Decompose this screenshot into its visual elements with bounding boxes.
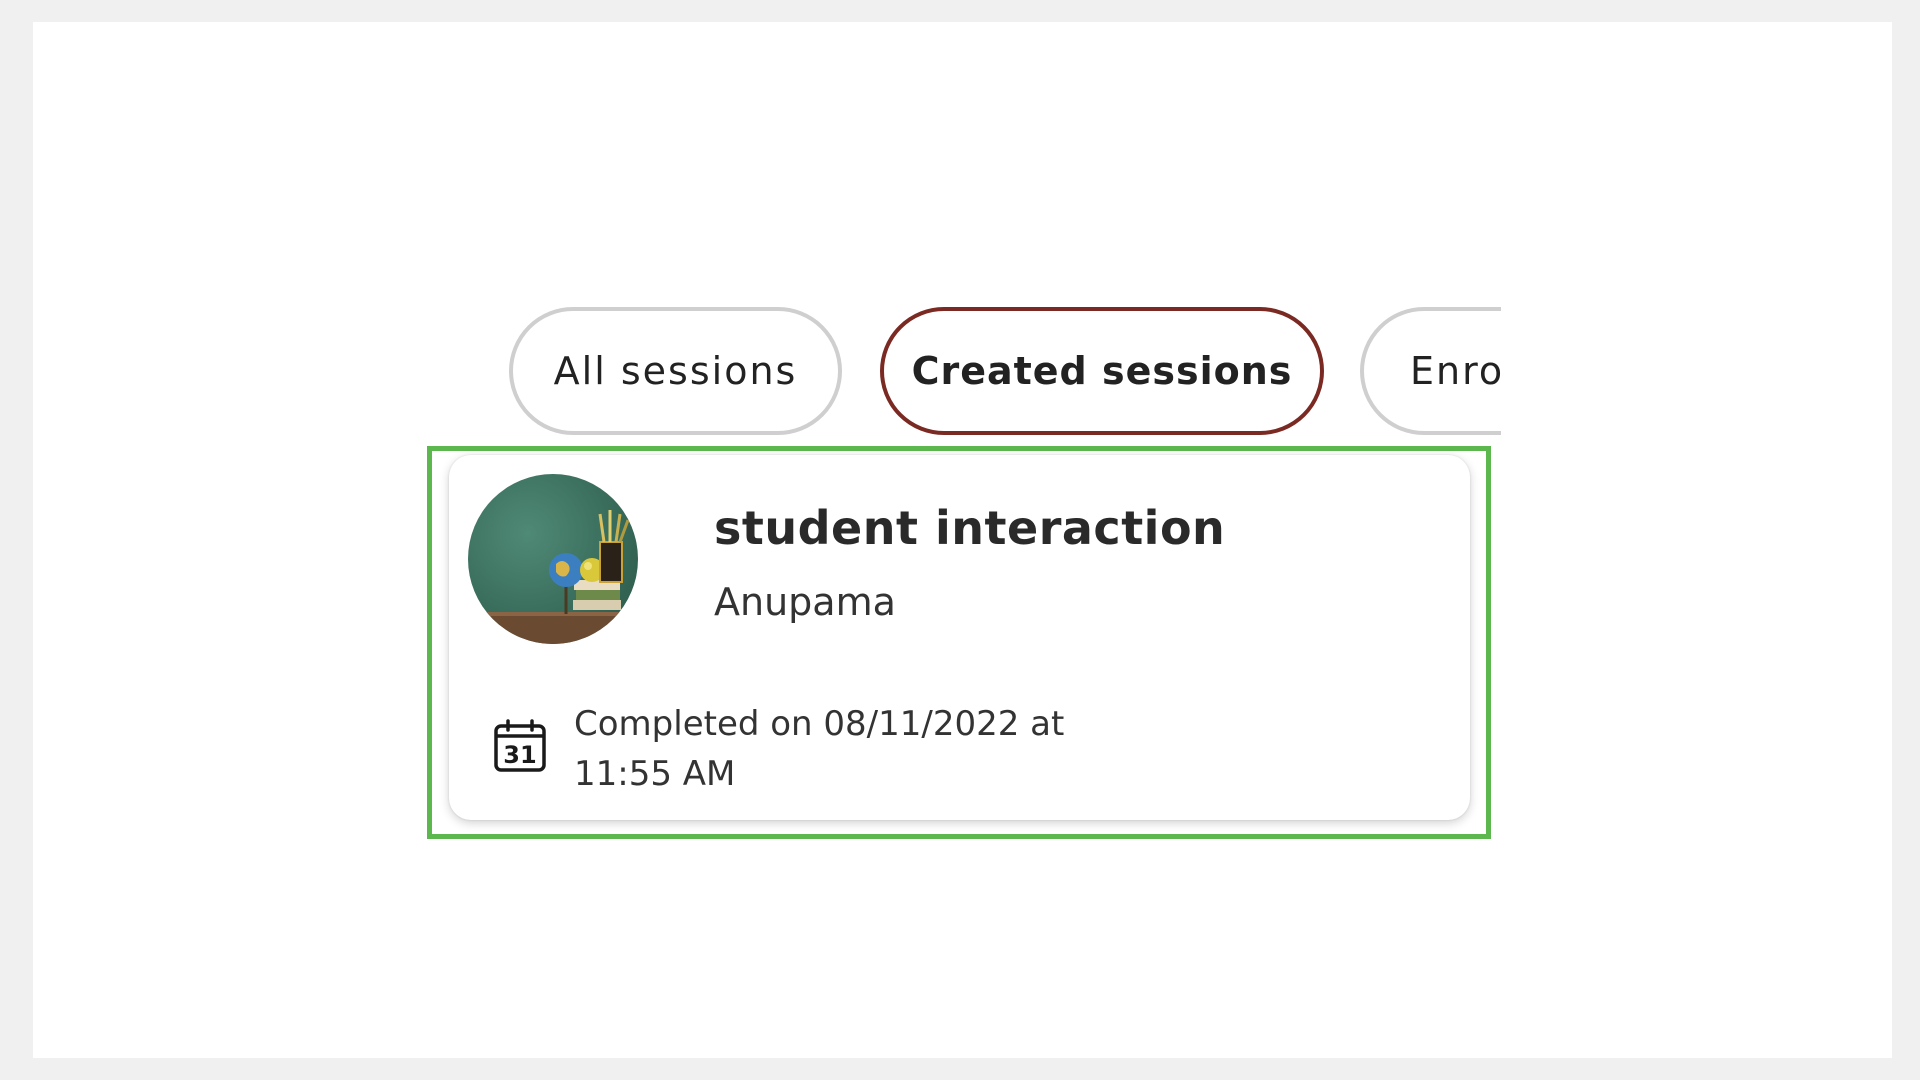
session-card[interactable]: student interaction Anupama 31 Completed… bbox=[449, 455, 1470, 820]
session-filter-tabs: All sessions Created sessions Enro bbox=[505, 305, 1501, 445]
session-thumbnail bbox=[468, 474, 638, 644]
tab-created-sessions[interactable]: Created sessions bbox=[880, 307, 1324, 435]
session-title: student interaction bbox=[714, 501, 1226, 555]
session-status-date: Completed on 08/11/2022 at 11:55 AM bbox=[574, 704, 1065, 794]
tab-enrolled-sessions[interactable]: Enro bbox=[1360, 307, 1501, 435]
classroom-image bbox=[468, 474, 638, 644]
tab-all-sessions[interactable]: All sessions bbox=[509, 307, 842, 435]
calendar-icon: 31 bbox=[494, 719, 546, 772]
calendar-icon-day: 31 bbox=[503, 741, 536, 769]
session-host-name: Anupama bbox=[714, 580, 896, 624]
